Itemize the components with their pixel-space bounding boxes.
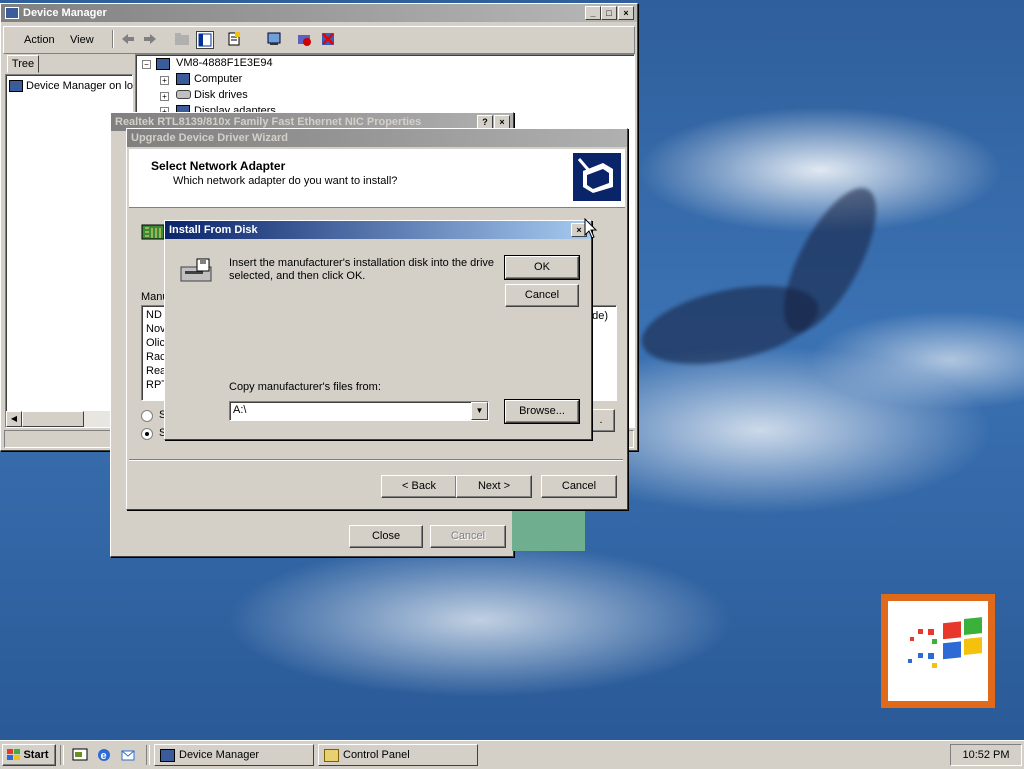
tree-item-computer[interactable]: Computer: [194, 73, 242, 85]
start-button[interactable]: Start: [2, 744, 56, 766]
folder-up-icon[interactable]: [174, 31, 190, 47]
wizard-titlebar[interactable]: Upgrade Device Driver Wizard: [127, 129, 627, 147]
wizard-separator: [129, 459, 623, 461]
device-manager-icon: [160, 749, 175, 762]
properties-icon[interactable]: [226, 31, 242, 47]
computer-icon: [9, 80, 23, 92]
taskbar-separator: [146, 745, 150, 765]
browse-button[interactable]: Browse...: [504, 399, 580, 424]
device-manager-icon: [5, 7, 19, 19]
radio-option-1[interactable]: [141, 410, 153, 422]
maximize-button[interactable]: □: [601, 6, 617, 20]
copy-from-label: Copy manufacturer's files from:: [229, 381, 381, 393]
taskbar-separator: [60, 745, 64, 765]
browse-label: Browse...: [519, 405, 565, 417]
computer-icon: [156, 58, 170, 70]
wizard-subheading: Which network adapter do you want to ins…: [173, 175, 398, 187]
tree-root[interactable]: VM8-4888F1E3E94: [176, 57, 273, 69]
hardware-wizard-icon: [573, 153, 621, 201]
wizard-title: Upgrade Device Driver Wizard: [131, 132, 289, 144]
back-button[interactable]: < Back: [381, 475, 457, 498]
install-from-disk-titlebar[interactable]: Install From Disk ×: [165, 221, 591, 239]
install-message-line1: Insert the manufacturer's installation d…: [229, 257, 495, 269]
device-manager-titlebar[interactable]: Device Manager _ □ ×: [1, 4, 637, 22]
system-tray: 10:52 PM: [950, 744, 1022, 766]
disk-drive-icon: [176, 90, 191, 99]
show-desktop-icon[interactable]: [72, 747, 88, 763]
wizard-header: Select Network Adapter Which network ada…: [129, 149, 625, 208]
ok-label: OK: [534, 261, 550, 273]
nic-properties-title: Realtek RTL8139/810x Family Fast Etherne…: [115, 116, 422, 128]
tree-tab-label: Tree: [11, 58, 35, 70]
background-fragment: [512, 510, 585, 551]
internet-explorer-icon[interactable]: e: [96, 747, 112, 763]
wizard-heading: Select Network Adapter: [151, 159, 286, 173]
device-manager-title: Device Manager: [23, 7, 107, 19]
back-label: < Back: [402, 480, 436, 492]
windows-flag-icon: [7, 749, 20, 760]
task-device-manager[interactable]: Device Manager: [154, 744, 314, 766]
windows-logo: [881, 594, 995, 708]
menu-view[interactable]: View: [70, 34, 94, 46]
task-control-panel-label: Control Panel: [343, 749, 410, 761]
close-button[interactable]: ×: [494, 115, 510, 129]
next-button[interactable]: Next >: [456, 475, 532, 498]
have-disk-fragment: .: [599, 414, 603, 426]
wizard-cancel-button[interactable]: Cancel: [541, 475, 617, 498]
tree-tab[interactable]: Tree: [7, 55, 39, 73]
task-control-panel[interactable]: Control Panel: [318, 744, 478, 766]
mouse-cursor-icon: [584, 218, 598, 239]
toolbar-separator: [112, 30, 114, 48]
computer-icon: [176, 73, 190, 85]
properties-close-label: Close: [371, 530, 401, 542]
back-arrow-icon[interactable]: [120, 31, 136, 47]
install-message-line2: selected, and then click OK.: [229, 270, 366, 282]
uninstall-icon[interactable]: [320, 31, 336, 47]
forward-arrow-icon[interactable]: [142, 31, 158, 47]
install-cancel-label: Cancel: [524, 289, 560, 301]
disable-device-icon[interactable]: [296, 31, 312, 47]
properties-cancel-button[interactable]: Cancel: [430, 525, 506, 548]
properties-cancel-label: Cancel: [450, 530, 486, 542]
menu-action[interactable]: Action: [24, 34, 55, 46]
ok-button[interactable]: OK: [504, 255, 580, 280]
install-from-disk-title: Install From Disk: [169, 224, 258, 236]
details-icon[interactable]: [196, 31, 214, 49]
copy-from-combobox[interactable]: A:\ ▼: [229, 401, 489, 421]
install-from-disk-dialog: Install From Disk × Insert the manufactu…: [164, 220, 592, 440]
install-cancel-button[interactable]: Cancel: [505, 284, 579, 307]
model-list[interactable]: ode): [586, 305, 617, 401]
minimize-button[interactable]: _: [585, 6, 601, 20]
floppy-drive-icon: [180, 258, 212, 282]
network-adapter-icon: [141, 224, 165, 240]
next-label: Next >: [477, 480, 511, 492]
dropdown-arrow-icon[interactable]: ▼: [471, 402, 488, 420]
properties-close-button[interactable]: Close: [349, 525, 423, 548]
help-button[interactable]: ?: [477, 115, 493, 129]
radio-option-2[interactable]: [141, 428, 153, 440]
toolbar: Action View: [3, 26, 635, 54]
svg-text:e: e: [101, 750, 107, 762]
outlook-express-icon[interactable]: [120, 747, 136, 763]
scan-icon[interactable]: [266, 31, 282, 47]
close-button[interactable]: ×: [618, 6, 634, 20]
left-tree-item[interactable]: Device Manager on lo: [26, 80, 133, 92]
taskbar: Start e Device Manager Control Panel 10:…: [0, 740, 1024, 769]
task-device-manager-label: Device Manager: [179, 749, 260, 761]
copy-from-value: A:\: [233, 404, 247, 416]
tree-item-disk-drives[interactable]: Disk drives: [194, 89, 248, 101]
clock[interactable]: 10:52 PM: [962, 749, 1009, 761]
control-panel-icon: [324, 749, 339, 762]
wizard-cancel-label: Cancel: [561, 480, 597, 492]
